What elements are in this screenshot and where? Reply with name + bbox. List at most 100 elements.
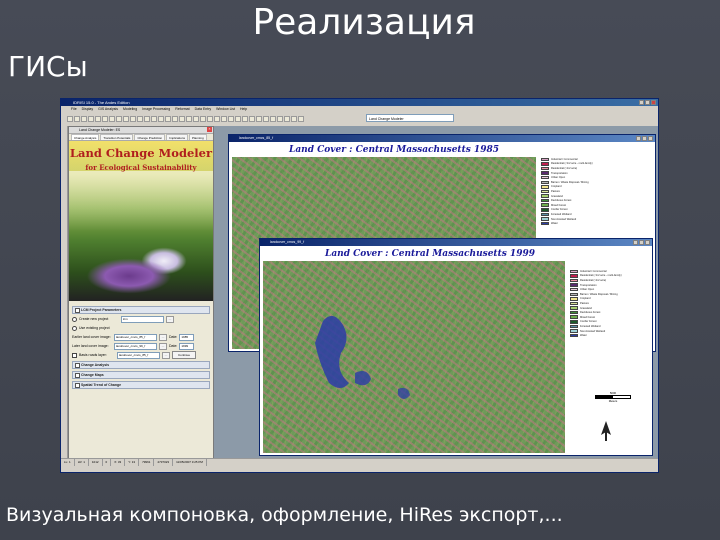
toolbar-button-icon[interactable] (116, 116, 122, 122)
minimize-button[interactable] (636, 136, 641, 141)
toolbar-button-icon[interactable] (207, 116, 213, 122)
toolbar-button-icon[interactable] (221, 116, 227, 122)
legend-swatch (570, 329, 578, 333)
basis-roads-input[interactable]: landcover_cmcs_85_f (117, 351, 160, 359)
tab-change-analysis[interactable]: Change Analysis (71, 134, 100, 140)
tab-transition-potentials[interactable]: Transition Potentials (100, 134, 134, 140)
legend-swatch (570, 274, 578, 278)
map-legend: Industrial / Commercial Residential (<1/2… (570, 269, 622, 338)
app-toolbar: Land Change Modeler (61, 112, 658, 127)
side-strip (61, 126, 68, 466)
browse-button[interactable]: … (162, 351, 170, 359)
toolbar-button-icon[interactable] (193, 116, 199, 122)
section-spatial-trend[interactable]: Spatial Trend of Change (72, 381, 210, 389)
toolbar-button-icon[interactable] (249, 116, 255, 122)
legend-label: Residential (>1/2 acre) (551, 166, 578, 170)
new-project-input[interactable]: lcm (121, 315, 164, 323)
toolbar-button-icon[interactable] (228, 116, 234, 122)
minimize-button[interactable] (633, 240, 638, 245)
module-select[interactable]: Land Change Modeler (366, 114, 454, 122)
toolbar-button-icon[interactable] (291, 116, 297, 122)
statusbar-cell: LR: 1 (75, 459, 89, 466)
toolbar-button-icon[interactable] (165, 116, 171, 122)
browse-button[interactable]: … (159, 333, 167, 341)
toolbar-button-icon[interactable] (137, 116, 143, 122)
toolbar-button-icon[interactable] (172, 116, 178, 122)
toolbar-button-icon[interactable] (109, 116, 115, 122)
map-window-title: landcover_cmcs_85_f (239, 136, 274, 140)
legend-label: Deciduous Forest (580, 311, 601, 315)
close-icon[interactable]: × (207, 127, 212, 132)
toolbar-button-icon[interactable] (263, 116, 269, 122)
map-window-titlebar[interactable]: landcover_cmcs_99_f (260, 239, 652, 246)
toolbar-button-icon[interactable] (144, 116, 150, 122)
browse-button[interactable]: … (159, 342, 167, 350)
legend-item: Water (541, 221, 593, 226)
lcm-body: LCM Project Parameters Create new projec… (69, 301, 213, 392)
land-cover-map-1999[interactable] (263, 261, 565, 453)
maximize-button[interactable] (639, 240, 644, 245)
option-existing-label: Use existing project (79, 326, 110, 330)
map-window-titlebar[interactable]: landcover_cmcs_85_f (229, 135, 655, 142)
close-button[interactable] (648, 136, 653, 141)
legend-label: Cropland (551, 185, 562, 189)
browse-button[interactable]: … (166, 315, 174, 323)
toolbar-button-icon[interactable] (67, 116, 73, 122)
tab-implications[interactable]: Implications (166, 134, 188, 140)
toolbar-button-icon[interactable] (81, 116, 87, 122)
legend-label: Residential (<1/2 acre - multi-family) (580, 274, 622, 278)
tab-planning[interactable]: Planning (188, 134, 207, 140)
radio-create-new[interactable] (72, 316, 77, 322)
toolbar-button-icon[interactable] (298, 116, 304, 122)
legend-swatch (570, 333, 578, 338)
toolbar-button-icon[interactable] (102, 116, 108, 122)
close-button[interactable] (645, 240, 650, 245)
toolbar-button-icon[interactable] (74, 116, 80, 122)
toolbar-button-icon[interactable] (214, 116, 220, 122)
earlier-date-input[interactable]: 1985 (179, 333, 195, 341)
legend-label: Mixed Forest (551, 203, 566, 207)
basis-roads-checkbox[interactable] (72, 352, 77, 358)
scale-unit: Meters (608, 399, 618, 403)
slide-title: Реализация (252, 2, 476, 43)
lcm-tabs: Change Analysis Transition Potentials Ch… (69, 134, 213, 141)
section-change-analysis[interactable]: Change Analysis (72, 361, 210, 369)
legend-label: Urban Open (580, 288, 595, 292)
toolbar-button-icon[interactable] (186, 116, 192, 122)
legend-swatch (570, 269, 578, 274)
toolbar-button-icon[interactable] (95, 116, 101, 122)
tab-change-prediction[interactable]: Change Prediction (134, 134, 166, 140)
toolbar-button-icon[interactable] (256, 116, 262, 122)
toolbar-button-icon[interactable] (200, 116, 206, 122)
toolbar-button-icon[interactable] (123, 116, 129, 122)
toolbar-button-icon[interactable] (151, 116, 157, 122)
toolbar-button-icon[interactable] (277, 116, 283, 122)
radio-use-existing[interactable] (72, 325, 77, 331)
legend-label: Residential (>1/2 acre) (580, 278, 607, 282)
legend-label: Grassland (580, 306, 592, 310)
toolbar-button-icon[interactable] (130, 116, 136, 122)
continue-button[interactable]: Continue (172, 351, 196, 359)
section-project-parameters[interactable]: LCM Project Parameters (72, 306, 210, 314)
legend-label: Industrial / Commercial (551, 157, 578, 161)
maximize-button[interactable] (645, 100, 650, 105)
toolbar-button-icon[interactable] (179, 116, 185, 122)
later-date-input[interactable]: 1999 (179, 342, 195, 350)
toolbar-button-icon[interactable] (158, 116, 164, 122)
legend-swatch (570, 287, 578, 292)
toolbar-button-icon[interactable] (88, 116, 94, 122)
map-window-1999[interactable]: landcover_cmcs_99_f Land Cover : Central… (259, 238, 653, 456)
statusbar-cell: 0 (103, 459, 112, 466)
toolbar-button-icon[interactable] (284, 116, 290, 122)
toolbar-button-icon[interactable] (242, 116, 248, 122)
banner-haze (69, 171, 213, 231)
later-image-input[interactable]: landcover_cmcs_99_f (114, 342, 157, 350)
legend-label: Mixed Forest (580, 315, 595, 319)
maximize-button[interactable] (642, 136, 647, 141)
close-button[interactable] (651, 100, 656, 105)
minimize-button[interactable] (639, 100, 644, 105)
section-change-maps[interactable]: Change Maps (72, 371, 210, 379)
toolbar-button-icon[interactable] (235, 116, 241, 122)
toolbar-button-icon[interactable] (270, 116, 276, 122)
earlier-image-input[interactable]: landcover_cmcs_85_f (114, 333, 157, 341)
